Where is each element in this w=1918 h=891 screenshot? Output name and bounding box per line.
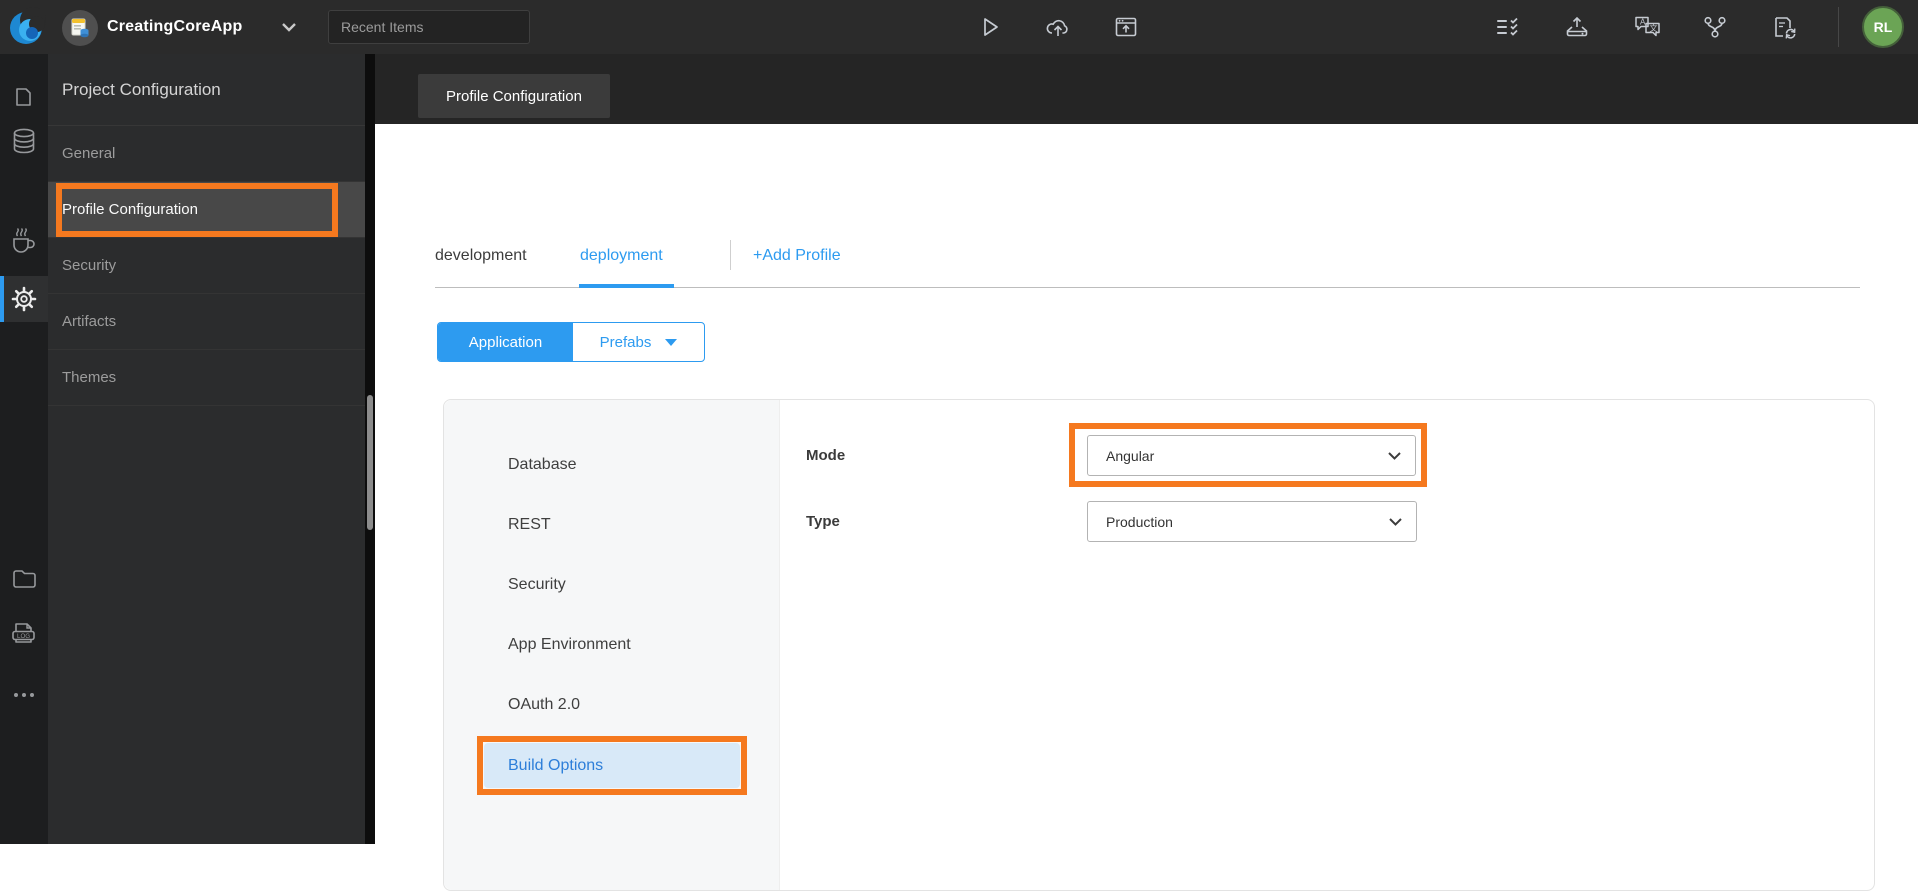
sidebar-item-general[interactable]: General — [48, 126, 365, 182]
more-icon[interactable] — [0, 672, 48, 718]
recent-items-search-input[interactable] — [328, 10, 530, 44]
main-header-bar: Profile Configuration — [375, 54, 1918, 124]
chevron-down-icon[interactable] — [282, 23, 296, 32]
log-icon-text: LOG — [17, 633, 30, 640]
cloud-upload-icon[interactable] — [1044, 13, 1072, 41]
settings-card: Database REST Security App Environment O… — [443, 399, 1875, 891]
sidebar-item-security[interactable]: Security — [48, 238, 365, 294]
svg-text:文: 文 — [1649, 23, 1657, 33]
menu-item-rest[interactable]: REST — [444, 510, 780, 540]
tab-separator — [730, 240, 731, 270]
pages-icon[interactable] — [0, 76, 48, 122]
prefabs-caret-icon — [665, 338, 678, 346]
branches-icon[interactable] — [1701, 13, 1729, 41]
menu-item-database[interactable]: Database — [444, 450, 780, 480]
select-chevron-icon — [1389, 518, 1402, 526]
mode-select[interactable]: Angular — [1087, 435, 1416, 476]
logs-icon[interactable]: LOG — [0, 610, 48, 656]
top-header: CreatingCoreApp Recent Items A 文 RL — [0, 0, 1918, 54]
preview-window-icon[interactable] — [1112, 13, 1140, 41]
menu-item-oauth[interactable]: OAuth 2.0 — [444, 690, 780, 720]
user-avatar[interactable]: RL — [1862, 6, 1904, 48]
scope-toggle: Application Prefabs — [437, 322, 705, 362]
app-name[interactable]: CreatingCoreApp — [107, 0, 242, 54]
java-services-icon[interactable] — [0, 218, 48, 264]
sidebar-item-profile-configuration[interactable]: Profile Configuration — [48, 182, 365, 238]
header-divider — [1838, 7, 1839, 47]
tab-profile-configuration[interactable]: Profile Configuration — [418, 74, 610, 118]
type-label: Type — [806, 512, 840, 530]
sidebar-item-artifacts[interactable]: Artifacts — [48, 294, 365, 350]
project-config-sidebar: Project Configuration General Profile Co… — [48, 54, 365, 844]
deploy-icon[interactable] — [1563, 13, 1591, 41]
sidebar-title: Project Configuration — [48, 54, 365, 126]
project-avatar[interactable] — [62, 10, 98, 46]
sidebar-item-themes[interactable]: Themes — [48, 350, 365, 406]
file-explorer-icon[interactable] — [0, 556, 48, 602]
settings-icon[interactable] — [0, 276, 48, 322]
sidebar-scrollbar[interactable] — [365, 54, 375, 844]
database-icon[interactable] — [0, 118, 48, 164]
toggle-prefabs-label: Prefabs — [599, 333, 652, 351]
svg-text:A: A — [1640, 18, 1646, 27]
menu-item-app-environment[interactable]: App Environment — [444, 630, 780, 660]
select-chevron-icon — [1388, 452, 1401, 460]
active-tab-underline — [579, 284, 674, 288]
main-area: Profile Configuration development deploy… — [375, 54, 1918, 891]
settings-menu-panel: Database REST Security App Environment O… — [444, 400, 780, 890]
scrollbar-thumb[interactable] — [367, 395, 373, 530]
wavemaker-logo-icon[interactable] — [6, 7, 46, 47]
toggle-prefabs[interactable]: Prefabs — [573, 323, 704, 361]
add-profile-button[interactable]: +Add Profile — [753, 242, 841, 270]
run-icon[interactable] — [976, 13, 1004, 41]
type-select[interactable]: Production — [1087, 501, 1417, 542]
translate-icon[interactable]: A 文 — [1633, 13, 1661, 41]
file-sync-icon[interactable] — [1771, 13, 1799, 41]
type-select-value: Production — [1106, 513, 1173, 530]
menu-item-security[interactable]: Security — [444, 570, 780, 600]
menu-item-build-options[interactable]: Build Options — [484, 743, 740, 788]
profile-tab-development[interactable]: development — [435, 242, 527, 270]
toggle-application[interactable]: Application — [438, 323, 573, 361]
mode-select-value: Angular — [1106, 447, 1155, 464]
checklist-icon[interactable] — [1495, 13, 1523, 41]
profile-configuration-content: development deployment +Add Profile Appl… — [375, 124, 1918, 891]
icon-rail: LOG — [0, 54, 48, 844]
profile-tab-deployment[interactable]: deployment — [580, 242, 663, 270]
mode-label: Mode — [806, 446, 846, 464]
